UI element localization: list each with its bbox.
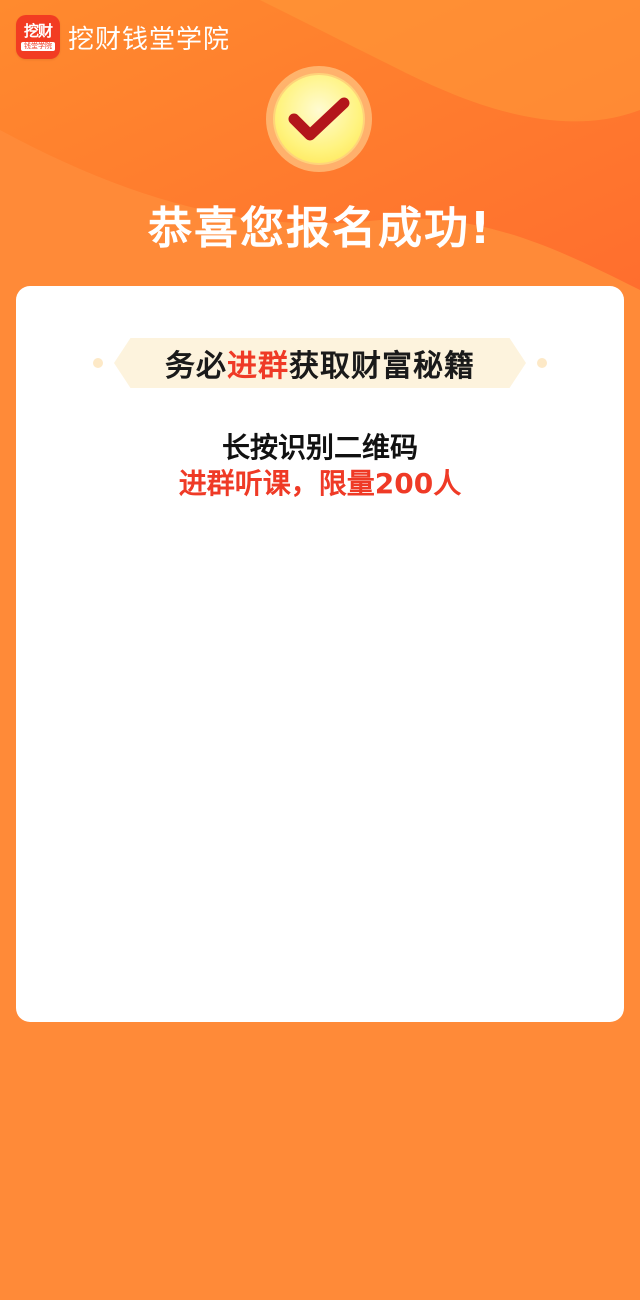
banner-text-2: 获取财富秘籍 [289,349,475,384]
banner-row: 务必 进群 获取财富秘籍 [16,338,624,388]
check-icon [288,97,350,141]
app-logo: 挖财 钱堂学院 [16,15,60,59]
check-circle [273,73,365,165]
banner-dot-right [537,358,547,368]
brand-name: 挖财钱堂学院 [68,24,231,55]
success-badge [266,66,372,172]
join-group-banner: 务必 进群 获取财富秘籍 [114,338,526,388]
logo-text: 挖财 [23,22,53,40]
limit-note: 进群听课，限量200人 [178,467,462,500]
logo-subtext: 钱堂学院 [21,42,55,51]
success-title: 恭喜您报名成功! [147,203,493,254]
banner-dot-left [93,358,103,368]
app-header: 挖财 钱堂学院 挖财钱堂学院 [16,14,230,60]
banner-highlight: 进群 [227,349,289,384]
qr-card: 务必 进群 获取财富秘籍 长按识别二维码 进群听课，限量200人 [16,286,624,1022]
scan-qr-instruction: 长按识别二维码 [221,431,418,464]
banner-text-1: 务必 [165,349,227,384]
